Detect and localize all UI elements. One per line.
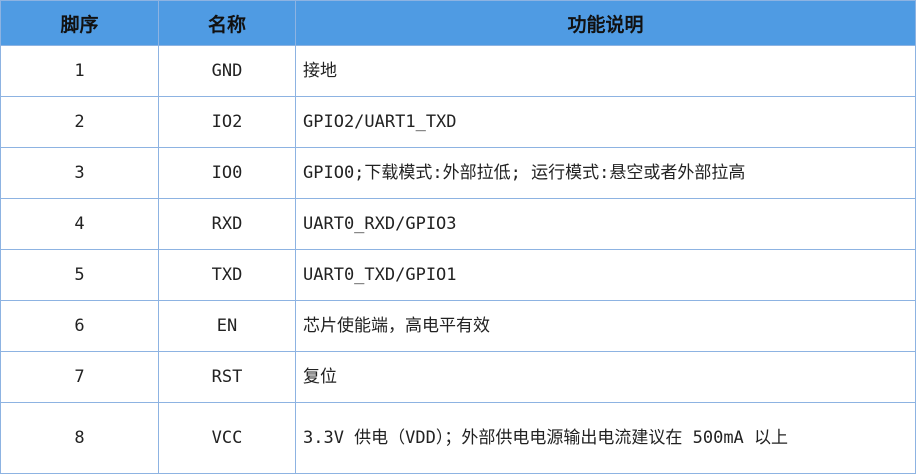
table-row: 2 IO2 GPIO2/UART1_TXD xyxy=(0,96,916,148)
table-row: 7 RST 复位 xyxy=(0,351,916,403)
table-row: 1 GND 接地 xyxy=(0,45,916,97)
pin-number-cell: 8 xyxy=(0,402,159,474)
pin-number-cell: 5 xyxy=(0,249,159,301)
function-description-cell: UART0_TXD/GPIO1 xyxy=(295,249,916,301)
header-function-description: 功能说明 xyxy=(295,0,916,46)
table-header-row: 脚序 名称 功能说明 xyxy=(0,0,916,46)
table-row: 6 EN 芯片使能端，高电平有效 xyxy=(0,300,916,352)
function-description-cell: 复位 xyxy=(295,351,916,403)
pin-number-cell: 7 xyxy=(0,351,159,403)
pin-name-cell: TXD xyxy=(158,249,296,301)
table-row: 8 VCC 3.3V 供电（VDD）；外部供电电源输出电流建议在 500mA 以… xyxy=(0,402,916,474)
pin-number-cell: 3 xyxy=(0,147,159,199)
function-description-cell: GPIO2/UART1_TXD xyxy=(295,96,916,148)
pin-name-cell: GND xyxy=(158,45,296,97)
pin-number-cell: 1 xyxy=(0,45,159,97)
function-description-cell: UART0_RXD/GPIO3 xyxy=(295,198,916,250)
table-row: 4 RXD UART0_RXD/GPIO3 xyxy=(0,198,916,250)
table-row: 5 TXD UART0_TXD/GPIO1 xyxy=(0,249,916,301)
pin-name-cell: VCC xyxy=(158,402,296,474)
pin-name-cell: EN xyxy=(158,300,296,352)
header-pin-number: 脚序 xyxy=(0,0,159,46)
function-description-cell: 接地 xyxy=(295,45,916,97)
pin-number-cell: 6 xyxy=(0,300,159,352)
function-description-cell: GPIO0;下载模式:外部拉低; 运行模式:悬空或者外部拉高 xyxy=(295,147,916,199)
table-row: 3 IO0 GPIO0;下载模式:外部拉低; 运行模式:悬空或者外部拉高 xyxy=(0,147,916,199)
pin-name-cell: RXD xyxy=(158,198,296,250)
pin-number-cell: 2 xyxy=(0,96,159,148)
pin-number-cell: 4 xyxy=(0,198,159,250)
pin-name-cell: IO2 xyxy=(158,96,296,148)
function-description-cell: 芯片使能端，高电平有效 xyxy=(295,300,916,352)
pin-function-table: 脚序 名称 功能说明 1 GND 接地 2 IO2 GPIO2/UART1_TX… xyxy=(0,0,916,474)
function-description-cell: 3.3V 供电（VDD）；外部供电电源输出电流建议在 500mA 以上 xyxy=(295,402,916,474)
pin-name-cell: IO0 xyxy=(158,147,296,199)
header-pin-name: 名称 xyxy=(158,0,296,46)
pin-name-cell: RST xyxy=(158,351,296,403)
